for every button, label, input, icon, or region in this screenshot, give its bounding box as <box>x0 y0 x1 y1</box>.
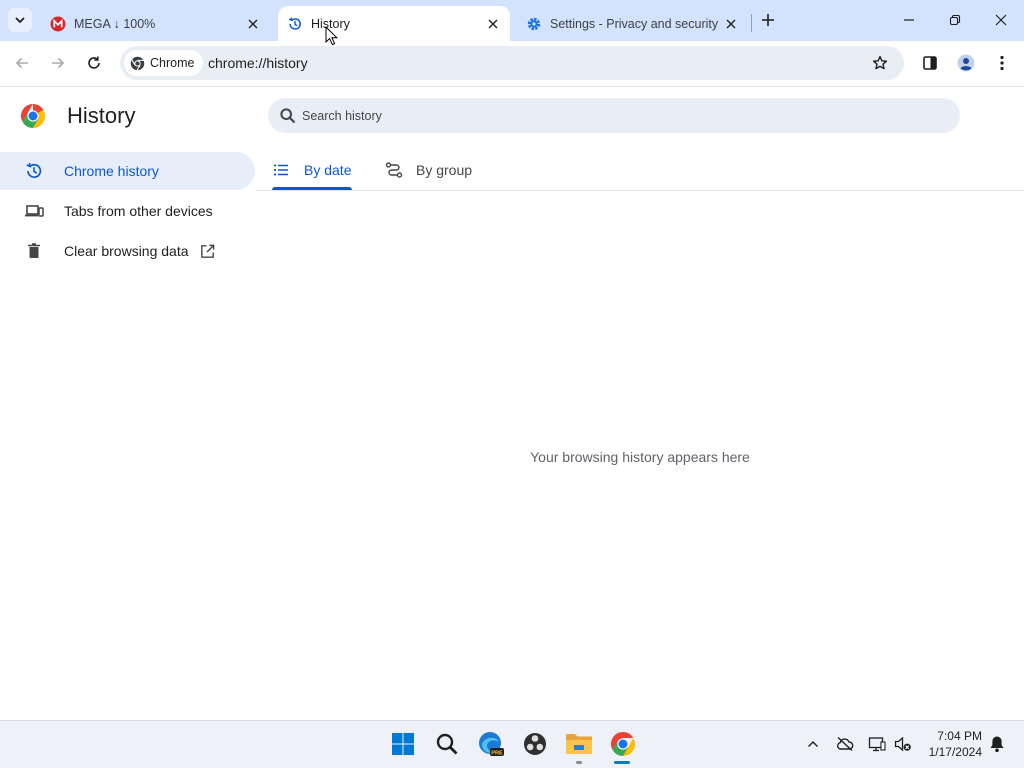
plus-icon <box>762 14 774 26</box>
display-status[interactable] <box>867 734 887 754</box>
back-button[interactable] <box>10 51 34 75</box>
reload-icon <box>88 56 100 69</box>
search-history-box[interactable] <box>268 98 960 133</box>
arrow-left-icon <box>15 57 28 69</box>
monitor-icon <box>868 737 886 752</box>
tab-search-button[interactable] <box>8 8 32 32</box>
edge-beta-app[interactable]: PRE <box>476 729 506 759</box>
chevron-up-icon <box>808 741 818 747</box>
new-tab-button[interactable] <box>757 9 779 31</box>
start-button[interactable] <box>388 729 418 759</box>
speaker-muted-icon <box>894 736 911 752</box>
obs-studio-app[interactable] <box>520 729 550 759</box>
side-panel-icon <box>923 56 937 70</box>
minimize-icon <box>904 19 914 21</box>
cloud-sync-status[interactable] <box>835 734 855 754</box>
search-icon <box>436 733 458 755</box>
avatar-icon <box>957 54 975 72</box>
address-bar[interactable]: Chrome chrome://history <box>120 46 904 80</box>
tab-label: By group <box>416 162 473 178</box>
active-app-indicator <box>614 761 630 764</box>
show-hidden-icons-button[interactable] <box>803 734 823 754</box>
chrome-app[interactable] <box>608 729 638 759</box>
devices-icon <box>24 201 44 221</box>
tab-history[interactable]: History <box>278 6 510 41</box>
tab-by-group[interactable]: By group <box>385 150 472 190</box>
close-tab-icon[interactable] <box>722 15 740 33</box>
mouse-cursor-icon <box>325 26 339 46</box>
site-chip-label: Chrome <box>150 56 195 70</box>
site-info-chip[interactable]: Chrome <box>124 50 204 76</box>
file-explorer-app[interactable] <box>564 729 594 759</box>
more-vertical-icon <box>1000 55 1004 71</box>
chrome-icon <box>610 732 636 756</box>
forward-button[interactable] <box>46 51 70 75</box>
chevron-down-icon <box>15 17 25 24</box>
restore-button[interactable] <box>943 8 967 32</box>
taskbar: PRE 7:04 PM 1/17/2024 <box>0 720 1024 768</box>
edge-badge-text: PRE <box>491 750 503 756</box>
profile-button[interactable] <box>954 51 978 75</box>
history-icon <box>287 16 303 32</box>
open-in-new-icon <box>199 242 217 260</box>
search-icon <box>280 108 296 124</box>
list-icon <box>273 161 291 179</box>
gear-icon <box>526 16 542 32</box>
restore-icon <box>949 14 961 26</box>
windows-logo-icon <box>392 733 414 755</box>
arrow-right-icon <box>52 57 65 69</box>
close-window-button[interactable] <box>989 8 1013 32</box>
volume-status[interactable] <box>893 734 913 754</box>
tab-label: By date <box>304 162 352 178</box>
sidebar-item-label: Chrome history <box>64 163 159 179</box>
sidebar-item-label: Clear browsing data <box>64 243 189 259</box>
system-clock[interactable]: 7:04 PM 1/17/2024 <box>918 728 982 760</box>
empty-state-message: Your browsing history appears here <box>530 449 750 465</box>
route-icon <box>385 161 403 179</box>
obs-icon <box>524 733 546 755</box>
chrome-icon <box>130 56 145 71</box>
reload-button[interactable] <box>82 51 106 75</box>
tabs-divider <box>256 190 1024 191</box>
tab-title: MEGA ↓ 100% <box>74 16 156 31</box>
folder-icon <box>566 734 592 754</box>
close-tab-icon[interactable] <box>244 15 262 33</box>
tab-separator <box>751 14 752 32</box>
browser-toolbar: Chrome chrome://history <box>0 41 1024 87</box>
page-title: History <box>67 103 136 128</box>
trash-icon <box>24 241 44 261</box>
running-indicator <box>576 761 582 764</box>
bell-icon <box>990 736 1004 753</box>
clock-time: 7:04 PM <box>937 729 982 743</box>
url-text[interactable]: chrome://history <box>208 55 308 71</box>
notifications-button[interactable] <box>987 734 1007 754</box>
tab-by-date[interactable]: By date <box>273 150 351 190</box>
cloud-off-icon <box>837 736 854 752</box>
clock-date: 1/17/2024 <box>928 745 982 759</box>
sidebar-item-chrome-history[interactable]: Chrome history <box>0 152 255 190</box>
history-icon <box>24 161 44 181</box>
star-icon <box>872 55 888 70</box>
menu-button[interactable] <box>990 51 1014 75</box>
tab-strip: MEGA ↓ 100% History Settings - Privacy a… <box>0 0 1024 41</box>
close-icon <box>995 14 1007 26</box>
chrome-logo-icon <box>20 104 46 128</box>
search-input[interactable] <box>302 98 942 133</box>
edge-icon: PRE <box>479 732 504 756</box>
taskbar-search-button[interactable] <box>432 729 462 759</box>
minimize-button[interactable] <box>897 8 921 32</box>
tab-mega[interactable]: MEGA ↓ 100% <box>40 6 270 41</box>
sidebar-item-clear-browsing-data[interactable]: Clear browsing data <box>0 232 255 270</box>
tab-title: Settings - Privacy and security <box>550 16 719 31</box>
close-tab-icon[interactable] <box>484 15 502 33</box>
tab-settings[interactable]: Settings - Privacy and security <box>516 6 748 41</box>
sidebar-item-label: Tabs from other devices <box>64 203 213 219</box>
mega-icon <box>50 16 66 32</box>
bookmark-button[interactable] <box>870 53 890 73</box>
side-panel-button[interactable] <box>918 51 942 75</box>
sidebar-item-other-devices[interactable]: Tabs from other devices <box>0 192 255 230</box>
